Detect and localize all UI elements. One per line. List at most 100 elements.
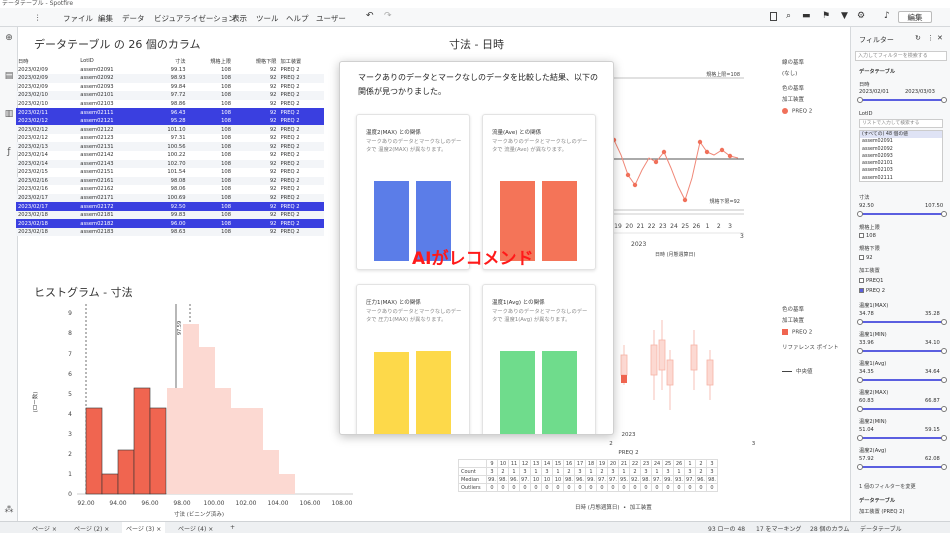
lot-list-item[interactable]: assem02101 xyxy=(860,160,942,167)
filter-footer-note[interactable]: 1 個のフィルターを変更 xyxy=(859,483,916,490)
range-slider[interactable] xyxy=(857,377,947,383)
lot-list[interactable]: (すべての) 48 個の値 assem02091 assem02092 assem02… xyxy=(859,130,943,182)
equip-checkbox[interactable]: PREQ1 xyxy=(859,278,883,284)
table-row[interactable]: 2023/02/17 assem02171 100.69 108 92 PREQ 2 xyxy=(16,193,324,203)
close-icon[interactable]: ✕ xyxy=(937,34,943,42)
tab-page-2[interactable]: ページ (2) × xyxy=(70,522,113,533)
table-row[interactable]: 2023/02/18 assem02183 98.63 108 92 PREQ 2 xyxy=(16,227,324,237)
table-row[interactable]: 2023/02/10 assem02103 98.86 108 92 PREQ 2 xyxy=(16,100,324,109)
table-row[interactable]: 2023/02/13 assem02131 100.56 108 92 PREQ 2 xyxy=(16,142,324,152)
filter-refresh-icon[interactable]: ↻ xyxy=(915,34,921,42)
table-row[interactable]: 2023/02/09 assem02093 99.84 108 92 PREQ 2 xyxy=(16,83,324,92)
table-row[interactable]: 2023/02/11 assem02111 96.43 108 92 PREQ 2 xyxy=(16,108,324,117)
table-row[interactable]: 2023/02/12 assem02121 95.28 108 92 PREQ 2 xyxy=(16,116,324,126)
lower-checkbox[interactable]: 92 xyxy=(859,255,873,261)
table-row[interactable]: 2023/02/12 assem02123 97.31 108 92 PREQ 2 xyxy=(16,134,324,143)
filter-section[interactable]: データテーブル xyxy=(859,68,895,75)
layout-icon[interactable] xyxy=(770,12,777,21)
filter-more-icon[interactable]: ⋮ xyxy=(927,34,934,42)
comment-icon[interactable]: ▬ xyxy=(802,11,811,21)
table-row[interactable]: 2023/02/18 assem02182 96.00 108 92 PREQ 2 xyxy=(16,219,324,228)
recommend-card[interactable]: 圧力1(MAX) との関係 マークありのデータとマークなしのデータで 圧力1(M… xyxy=(356,284,470,434)
col-header[interactable]: 日時 xyxy=(16,57,78,66)
tab-page-3[interactable]: ページ (3) × xyxy=(122,522,166,533)
table-row[interactable]: 2023/02/15 assem02151 101.54 108 92 PREQ 2 xyxy=(16,168,324,177)
filter-search-input[interactable]: 入力してフィルターを検索する xyxy=(855,51,947,61)
add-page-icon[interactable]: + xyxy=(226,522,239,533)
lot-list-item[interactable]: assem02092 xyxy=(860,146,942,153)
filter-icon[interactable]: ▼ xyxy=(841,11,848,21)
table-row[interactable]: 2023/02/14 assem02142 100.22 108 92 PREQ 2 xyxy=(16,151,324,160)
col-header[interactable]: LotID xyxy=(78,57,147,66)
upper-checkbox[interactable]: 108 xyxy=(859,233,876,239)
recommend-card[interactable]: 温度1(Avg) との関係 マークありのデータとマークなしのデータで 温度1(A… xyxy=(482,284,596,434)
bell-icon[interactable]: ♪ xyxy=(884,11,890,21)
lot-list-item[interactable]: assem02103 xyxy=(860,167,942,174)
table-row[interactable]: 2023/02/18 assem02181 99.83 108 92 PREQ 2 xyxy=(16,210,324,220)
status-marked[interactable]: 17 をマーキング xyxy=(756,524,801,533)
table-row[interactable]: 2023/02/16 assem02161 98.08 108 92 PREQ 2 xyxy=(16,176,324,186)
menu-file[interactable]: ファイル xyxy=(63,13,93,24)
table-row[interactable]: 2023/02/10 assem02101 97.72 108 92 PREQ 2 xyxy=(16,91,324,100)
network-icon[interactable]: ⁂ xyxy=(4,505,14,515)
search-icon[interactable]: ⌕ xyxy=(786,11,791,21)
line-chart[interactable]: 規格上限=108 規格下限=92 19 20 21 22 23 24 25 26 1 2 3 3 2… xyxy=(614,60,764,260)
data-table[interactable]: 日時 LotID 寸法 規格上限 規格下限 加工装置 2023/02/09 ass… xyxy=(16,57,324,237)
range-slider[interactable] xyxy=(857,464,947,470)
table-row[interactable]: 2023/02/16 assem02162 98.06 108 92 PREQ 2 xyxy=(16,185,324,194)
menu-user[interactable]: ユーザー xyxy=(316,13,346,24)
close-icon[interactable]: × xyxy=(104,526,109,533)
close-icon[interactable]: × xyxy=(156,526,161,533)
table-row[interactable]: 2023/02/17 assem02172 92.50 108 92 PREQ 2 xyxy=(16,202,324,211)
lot-search-input[interactable]: リストで入力して検索する xyxy=(859,119,943,128)
table-row[interactable]: 2023/02/14 assem02143 102.70 108 92 PREQ 2 xyxy=(16,159,324,169)
lot-list-item[interactable]: assem02093 xyxy=(860,153,942,160)
color-basis-value[interactable]: 加工装置 xyxy=(782,95,804,103)
box-x-axis[interactable]: 日時 (月態週算日) • 加工装置 xyxy=(575,503,652,511)
lot-list-item[interactable]: assem02111 xyxy=(860,175,942,181)
table-row[interactable]: 2023/02/09 assem02091 99.13 108 92 PREQ 2 xyxy=(16,66,324,75)
box-plot[interactable] xyxy=(614,290,774,430)
tab-page-4[interactable]: ページ (4) × xyxy=(174,522,217,533)
settings-icon[interactable]: ⚙ xyxy=(857,11,865,21)
line-basis-value[interactable]: (なし) xyxy=(782,69,797,77)
menu-edit[interactable]: 編集 xyxy=(98,13,113,24)
menu-tools[interactable]: ツール xyxy=(256,13,279,24)
col-header[interactable]: 規格上限 xyxy=(188,57,233,66)
table-row[interactable]: 2023/02/12 assem02122 101.10 108 92 PREQ 2 xyxy=(16,125,324,134)
redo-icon[interactable]: ↷ xyxy=(384,11,392,21)
close-icon[interactable]: × xyxy=(52,526,57,533)
box-color-basis-value[interactable]: 加工装置 xyxy=(782,316,804,324)
function-icon[interactable]: ƒ xyxy=(4,147,14,157)
add-icon[interactable]: ⊕ xyxy=(4,33,14,43)
menu-help[interactable]: ヘルプ xyxy=(286,13,309,24)
close-icon[interactable]: × xyxy=(208,526,213,533)
data-icon[interactable]: ▤ xyxy=(4,71,14,81)
chart-icon[interactable]: ▥ xyxy=(4,109,14,119)
legend-item[interactable]: PREQ 2 xyxy=(782,108,812,115)
range-slider[interactable] xyxy=(857,406,947,412)
menu-data[interactable]: データ xyxy=(122,13,145,24)
col-header[interactable]: 加工装置 xyxy=(278,57,324,66)
equip-checkbox[interactable]: PREQ 2 xyxy=(859,288,885,294)
col-header[interactable]: 寸法 xyxy=(147,57,188,66)
menu-view[interactable]: 表示 xyxy=(232,13,247,24)
col-header[interactable]: 規格下限 xyxy=(233,57,278,66)
tab-page-1[interactable]: ページ × xyxy=(28,522,61,533)
table-row[interactable]: 2023/02/09 assem02092 98.93 108 92 PREQ 2 xyxy=(16,74,324,83)
status-table[interactable]: データテーブル xyxy=(860,524,902,533)
undo-icon[interactable]: ↶ xyxy=(366,11,374,21)
box-legend-item[interactable]: PREQ 2 xyxy=(782,329,812,336)
menu-dots-icon[interactable]: ⋮ xyxy=(34,13,42,22)
bookmark-icon[interactable]: ⚑ xyxy=(822,11,830,21)
lot-list-item[interactable]: (すべての) 48 個の値 xyxy=(860,131,942,139)
range-slider[interactable] xyxy=(857,435,947,441)
lot-list-item[interactable]: assem02091 xyxy=(860,138,942,145)
median-legend[interactable]: 中央値 xyxy=(782,367,813,375)
date-slider[interactable] xyxy=(857,97,947,103)
range-slider[interactable] xyxy=(857,348,947,354)
histogram[interactable]: (ロー数) 9 8 7 6 5 4 3 2 1 0 97.59 92.00 94.00 96.00 98… xyxy=(27,302,357,522)
mode-dropdown[interactable]: 編集 xyxy=(898,11,932,23)
menu-visualization[interactable]: ビジュアライゼーション xyxy=(154,13,236,24)
range-slider[interactable] xyxy=(857,319,947,325)
